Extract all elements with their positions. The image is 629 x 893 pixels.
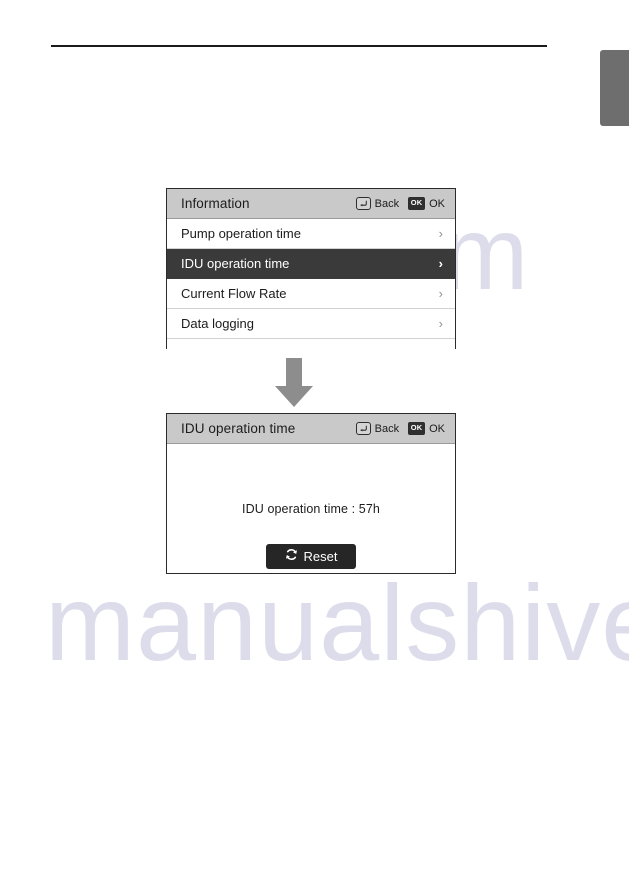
- menu-item-label: Current Flow Rate: [181, 286, 287, 301]
- detail-body: IDU operation time : 57h Reset: [167, 444, 455, 573]
- panel-header-information: Information Back OK OK: [167, 189, 455, 219]
- idu-operation-time-panel: IDU operation time Back OK OK IDU operat…: [166, 413, 456, 574]
- ok-key-label: OK: [429, 422, 445, 435]
- reset-button-label: Reset: [303, 549, 338, 564]
- down-arrow-icon: [272, 358, 316, 408]
- menu-item-label: Pump operation time: [181, 226, 301, 241]
- chevron-right-icon: ›: [438, 256, 443, 271]
- idu-operation-time-value: IDU operation time : 57h: [242, 502, 380, 516]
- header-key-hints: Back OK OK: [355, 197, 445, 210]
- header-key-hints: Back OK OK: [355, 422, 445, 435]
- panel-header-idu-operation-time: IDU operation time Back OK OK: [167, 414, 455, 444]
- menu-item-label: Data logging: [181, 316, 254, 331]
- back-key-hint[interactable]: Back: [355, 422, 400, 435]
- chevron-right-icon: ›: [438, 226, 443, 241]
- watermark-text-primary: manualshive: [45, 562, 629, 683]
- menu-list: Pump operation time › IDU operation time…: [167, 219, 455, 369]
- return-arrow-icon: [355, 197, 371, 210]
- menu-item-pump-operation-time[interactable]: Pump operation time ›: [167, 219, 455, 249]
- back-key-label: Back: [374, 197, 400, 210]
- back-key-hint[interactable]: Back: [355, 197, 400, 210]
- refresh-icon: [285, 548, 298, 566]
- page-header-rule: [51, 45, 547, 47]
- information-menu-panel: Information Back OK OK Pump operation ti…: [166, 188, 456, 369]
- panel-title: Information: [181, 196, 250, 211]
- ok-key-hint[interactable]: OK OK: [408, 197, 445, 210]
- ok-key-icon: OK: [408, 422, 426, 435]
- menu-item-label: IDU operation time: [181, 256, 290, 271]
- return-arrow-icon: [355, 422, 371, 435]
- chapter-side-tab: [600, 50, 629, 126]
- menu-item-idu-operation-time[interactable]: IDU operation time ›: [167, 249, 455, 279]
- menu-item-current-flow-rate[interactable]: Current Flow Rate ›: [167, 279, 455, 309]
- back-key-label: Back: [374, 422, 400, 435]
- panel-title: IDU operation time: [181, 421, 296, 436]
- reset-button[interactable]: Reset: [266, 544, 356, 569]
- ok-key-hint[interactable]: OK OK: [408, 422, 445, 435]
- ok-key-label: OK: [429, 197, 445, 210]
- chevron-right-icon: ›: [438, 286, 443, 301]
- menu-item-data-logging[interactable]: Data logging ›: [167, 309, 455, 339]
- ok-key-icon: OK: [408, 197, 426, 210]
- chevron-right-icon: ›: [438, 316, 443, 331]
